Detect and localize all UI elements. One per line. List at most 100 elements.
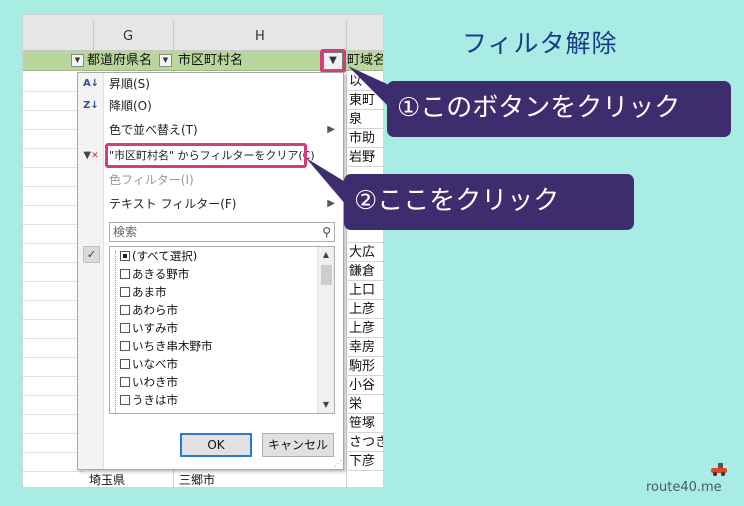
grid-line: [23, 338, 83, 339]
text-filter-item[interactable]: テキスト フィルター(F) ▶: [78, 193, 343, 215]
list-item[interactable]: いちき串木野市: [120, 337, 213, 355]
filter-menu: A↓ 昇順(S) Z↓ 降順(O) 色で並べ替え(T) ▶ ▼✕ "市区町村名"…: [77, 72, 344, 470]
town-cell[interactable]: 笹塚: [348, 415, 383, 433]
filter-dropdown-g-icon[interactable]: ▼: [159, 54, 172, 67]
grid-line: [23, 262, 83, 263]
search-placeholder: 検索: [113, 225, 138, 239]
town-cell[interactable]: 鎌倉: [348, 263, 383, 281]
list-item-label: うきは市: [132, 393, 178, 407]
column-separator: [346, 21, 347, 50]
highlight-clear-filter: [105, 143, 307, 168]
grid-line: [23, 452, 83, 453]
town-cell[interactable]: 泉: [348, 111, 383, 129]
grid-line: [23, 243, 83, 244]
callout-step-2: ②ここをクリック: [344, 174, 634, 230]
sort-by-color-item[interactable]: 色で並べ替え(T) ▶: [78, 119, 343, 141]
list-item[interactable]: いなべ市: [120, 355, 178, 373]
grid-line: [23, 224, 83, 225]
list-item[interactable]: あきる野市: [120, 265, 189, 283]
list-item-label: あま市: [132, 285, 167, 299]
grid-line: [23, 205, 83, 206]
callout-step-1: ①このボタンをクリック: [387, 81, 731, 137]
ok-button[interactable]: OK: [180, 433, 252, 457]
cancel-button[interactable]: キャンセル: [262, 433, 334, 457]
town-cell[interactable]: 幸房: [348, 339, 383, 357]
town-cell[interactable]: 駒形: [348, 358, 383, 376]
checkmark-icon: ✓: [83, 246, 100, 263]
sort-by-color-label: 色で並べ替え(T): [109, 123, 198, 137]
filter-dropdown-f-icon[interactable]: ▼: [71, 54, 84, 67]
town-cell[interactable]: 下彦: [348, 453, 383, 471]
sort-ascending-item[interactable]: A↓ 昇順(S): [78, 73, 343, 95]
list-item-label: (すべて選択): [132, 249, 198, 263]
header-row: ▼ 都道府県名 ▼ 市区町村名 ▼ 町域名: [23, 49, 383, 73]
list-item-label: あきる野市: [132, 267, 190, 281]
scroll-up-icon[interactable]: ▲: [318, 247, 334, 263]
column-separator: [173, 21, 174, 50]
sort-desc-icon: Z↓: [83, 100, 99, 111]
search-input[interactable]: 検索 ⚲: [109, 222, 335, 242]
brand-url: route40.me: [646, 480, 722, 495]
submenu-arrow-icon: ▶: [327, 124, 335, 135]
checkbox[interactable]: [120, 359, 130, 369]
town-cell[interactable]: 上口: [348, 282, 383, 300]
bottom-partial-row: 埼玉県 三郷市: [23, 471, 383, 487]
list-item[interactable]: いすみ市: [120, 319, 178, 337]
search-icon: ⚲: [322, 225, 331, 239]
checkbox[interactable]: [120, 395, 130, 405]
checkbox[interactable]: [120, 251, 130, 261]
clear-filter-icon: ▼✕: [83, 150, 99, 161]
town-cell[interactable]: 東町: [348, 92, 383, 110]
town-cell[interactable]: 以: [348, 73, 383, 91]
list-item-label: いすみ市: [132, 321, 178, 335]
list-item[interactable]: あま市: [120, 283, 167, 301]
grid-line: [23, 129, 83, 130]
resize-grip-icon[interactable]: ⋰: [334, 459, 342, 468]
sort-descending-item[interactable]: Z↓ 降順(O): [78, 95, 343, 117]
town-cell[interactable]: 市助: [348, 130, 383, 148]
header-cell-town[interactable]: 町域名: [347, 51, 383, 71]
town-cell[interactable]: さつき: [348, 434, 383, 452]
checkbox[interactable]: [120, 341, 130, 351]
town-cell[interactable]: 上彦: [348, 301, 383, 319]
sort-descending-label: 降順(O): [109, 99, 152, 113]
town-cell[interactable]: 大広: [348, 244, 383, 262]
list-item[interactable]: うきは市: [120, 391, 178, 409]
cell-prefecture[interactable]: 埼玉県: [89, 471, 125, 487]
tree-line: [115, 251, 116, 413]
column-header-bar: G H: [23, 15, 383, 51]
grid-line: [23, 319, 83, 320]
checkbox[interactable]: [120, 269, 130, 279]
list-item-label: いわき市: [132, 375, 178, 389]
town-cell[interactable]: 岩野: [348, 149, 383, 167]
checkbox[interactable]: [120, 305, 130, 315]
scroll-thumb[interactable]: [321, 265, 332, 285]
grid-line: [23, 357, 83, 358]
checkbox[interactable]: [120, 323, 130, 333]
color-filter-label: 色フィルター(I): [109, 173, 194, 187]
checkbox[interactable]: [120, 377, 130, 387]
header-cell-prefecture[interactable]: 都道府県名: [87, 51, 159, 71]
town-cell[interactable]: 栄: [348, 396, 383, 414]
column-letter-h[interactable]: H: [255, 29, 265, 44]
list-item[interactable]: (すべて選択): [120, 247, 197, 265]
value-list[interactable]: (すべて選択) あきる野市あま市あわら市いすみ市いちき串木野市 いなべ市いわき市うき…: [109, 246, 335, 414]
column-letter-g[interactable]: G: [123, 29, 133, 44]
checkbox[interactable]: [120, 287, 130, 297]
sort-ascending-label: 昇順(S): [109, 77, 150, 91]
town-cell[interactable]: 上彦: [348, 320, 383, 338]
grid-line: [23, 300, 83, 301]
town-cell[interactable]: 小谷: [348, 377, 383, 395]
cell-city[interactable]: 三郷市: [179, 471, 215, 487]
sort-asc-icon: A↓: [82, 78, 100, 89]
grid-line: [23, 376, 83, 377]
grid-line: [346, 71, 347, 487]
grid-line: [23, 186, 83, 187]
header-cell-city[interactable]: 市区町村名: [178, 51, 318, 71]
brand-logo-icon: [711, 463, 727, 476]
list-item[interactable]: あわら市: [120, 301, 178, 319]
scroll-down-icon[interactable]: ▼: [318, 397, 334, 413]
grid-line: [23, 395, 83, 396]
list-scrollbar[interactable]: ▲ ▼: [317, 247, 334, 413]
list-item[interactable]: いわき市: [120, 373, 178, 391]
